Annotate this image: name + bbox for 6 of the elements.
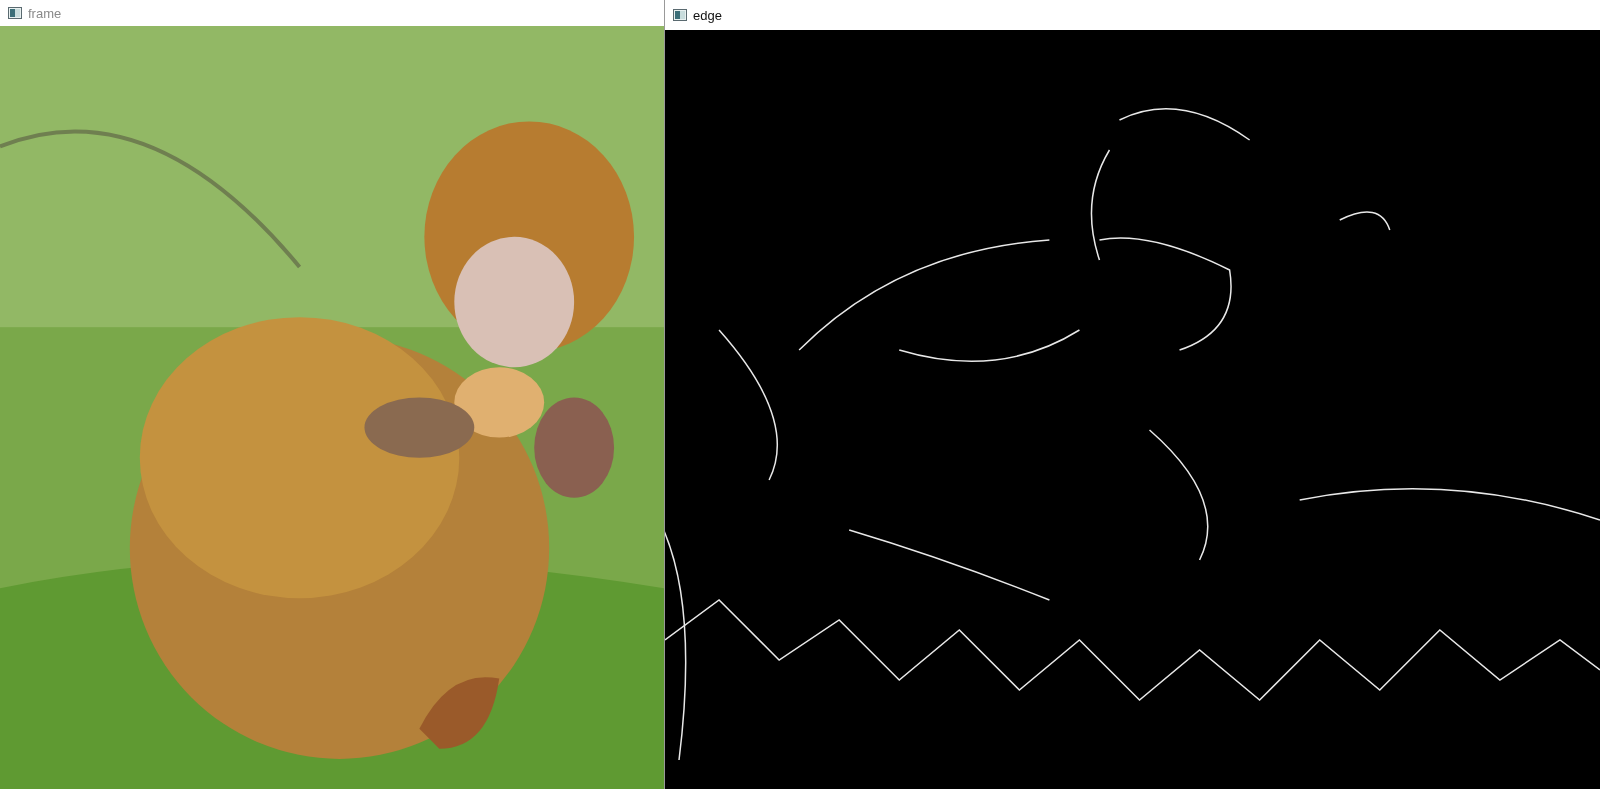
title-bar[interactable]: frame <box>0 0 664 26</box>
window-title: edge <box>693 8 722 22</box>
window-icon <box>673 9 687 21</box>
title-bar[interactable]: edge <box>665 0 1600 30</box>
window-title: frame <box>28 6 62 20</box>
window-icon <box>8 7 22 19</box>
